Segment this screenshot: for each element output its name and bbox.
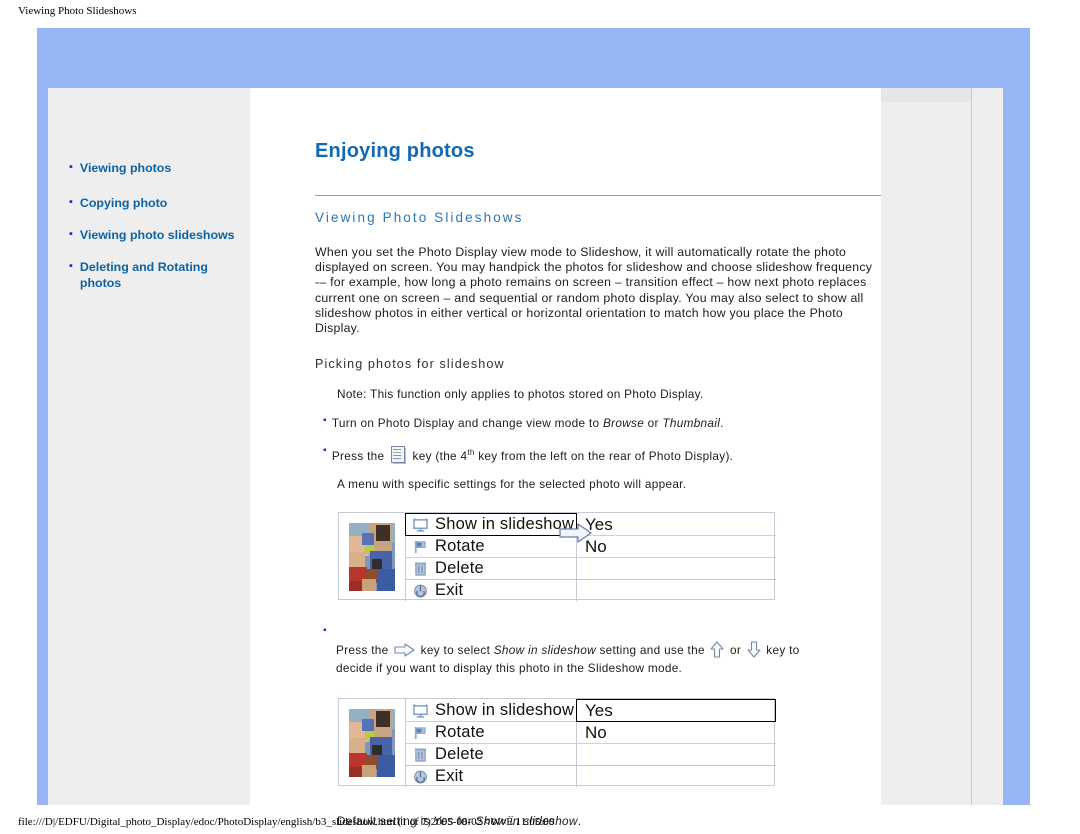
step-3-part-e: key to bbox=[762, 643, 800, 658]
main-content-column: Enjoying photos Viewing Photo Slideshows… bbox=[250, 88, 888, 828]
bullet-icon: ▪ bbox=[69, 260, 73, 272]
sidebar: ▪ Viewing photos ▪ Copying photo ▪ Viewi… bbox=[48, 88, 250, 805]
step-2: ▪ Press the key (the 4th key from the le… bbox=[315, 431, 893, 465]
menu-row[interactable]: Delete bbox=[413, 744, 484, 765]
bullet-icon: ▪ bbox=[69, 161, 73, 173]
menu-row[interactable]: Rotate bbox=[413, 722, 485, 743]
flag-icon bbox=[414, 726, 426, 739]
sidebar-item-copying-photo[interactable]: ▪ Copying photo bbox=[69, 195, 244, 211]
step-1-emphasis-thumbnail: Thumbnail bbox=[662, 416, 721, 431]
bullet-icon: ▪ bbox=[323, 415, 327, 427]
menu-item-label: Rotate bbox=[435, 537, 485, 556]
trash-icon bbox=[414, 748, 427, 762]
sidebar-item-viewing-photos[interactable]: ▪ Viewing photos bbox=[69, 160, 244, 176]
right-gutter bbox=[881, 88, 1003, 805]
bullet-icon: ▪ bbox=[323, 445, 327, 457]
header-blue-band bbox=[37, 28, 1030, 88]
menu-item-label: Delete bbox=[435, 745, 484, 764]
step-2-part-a: Press the bbox=[331, 449, 388, 464]
sidebar-item-label: Viewing photos bbox=[79, 161, 172, 175]
intro-paragraph: When you set the Photo Display view mode… bbox=[315, 245, 873, 336]
menu-row[interactable]: Exit bbox=[413, 580, 463, 601]
subsection-title: Picking photos for slideshow bbox=[315, 357, 505, 372]
sidebar-nav: ▪ Viewing photos ▪ Copying photo ▪ Viewi… bbox=[69, 160, 244, 310]
sidebar-item-viewing-photo-slideshows[interactable]: ▪ Viewing photo slideshows bbox=[69, 227, 244, 243]
menu-row[interactable]: Show in slideshow bbox=[413, 700, 574, 721]
device-menu-screenshot-2: Show in slideshow Yes Rotate No Delete E… bbox=[338, 698, 776, 788]
gutter-top-tint bbox=[881, 88, 971, 102]
sidebar-item-label: Viewing photo slideshows bbox=[79, 228, 235, 242]
step-2-part-b: key (the 4 bbox=[408, 449, 468, 464]
content-panel: ▪ Viewing photos ▪ Copying photo ▪ Viewi… bbox=[48, 88, 1003, 828]
print-footer: file:///D|/EDFU/Digital_photo_Display/ed… bbox=[18, 816, 555, 828]
menu-item-label: Rotate bbox=[435, 723, 485, 742]
menu-item-label: Exit bbox=[435, 767, 464, 786]
step-3-part-d: or bbox=[726, 643, 745, 658]
main-inner: Enjoying photos Viewing Photo Slideshows… bbox=[315, 88, 893, 828]
menu-item-label: Show in slideshow bbox=[435, 515, 575, 534]
menu-key-icon bbox=[390, 446, 406, 465]
gutter-divider bbox=[971, 88, 972, 805]
default-part-c: . bbox=[577, 814, 582, 829]
menu-row-value[interactable]: Yes bbox=[585, 700, 613, 721]
down-arrow-key-icon bbox=[747, 641, 761, 658]
menu-item-label: Exit bbox=[435, 581, 464, 600]
bullet-icon: ▪ bbox=[69, 228, 73, 240]
step-1-part-b: or bbox=[644, 416, 663, 431]
menu-row-value[interactable]: No bbox=[585, 722, 607, 743]
device-menu-screenshot-1: Show in slideshow Yes Rotate No Delete E… bbox=[338, 512, 776, 602]
note-text: Note: This function only applies to phot… bbox=[337, 387, 704, 402]
right-blue-rail bbox=[1003, 88, 1030, 805]
monitor-icon bbox=[413, 704, 428, 718]
step-2-text: Press the key (the 4th key from the left… bbox=[331, 445, 734, 465]
step-3-text: Press the key to select Show in slidesho… bbox=[323, 638, 893, 677]
bullet-icon: ▪ bbox=[323, 625, 327, 637]
step-3-emphasis-setting: Show in slideshow bbox=[493, 643, 596, 658]
menu-row[interactable]: Rotate bbox=[413, 536, 485, 557]
photo-thumbnail bbox=[346, 705, 398, 782]
photo-thumbnail bbox=[346, 519, 398, 596]
step-1-part-a: Turn on Photo Display and change view mo… bbox=[331, 416, 603, 431]
step-1-part-c: . bbox=[720, 416, 724, 431]
menu-item-label: Show in slideshow bbox=[435, 701, 575, 720]
menu-item-value: Yes bbox=[585, 700, 613, 720]
step-2-ordinal: th bbox=[467, 448, 475, 458]
sidebar-item-label: Copying photo bbox=[79, 196, 168, 210]
power-icon bbox=[414, 770, 427, 783]
step-3-part-a: Press the bbox=[336, 643, 393, 658]
page-frame: ▪ Viewing photos ▪ Copying photo ▪ Viewi… bbox=[37, 28, 1030, 828]
menu-item-label: Delete bbox=[435, 559, 484, 578]
step-3-part-f: decide if you want to display this photo… bbox=[336, 661, 683, 676]
menu-row[interactable]: Delete bbox=[413, 558, 484, 579]
right-arrow-icon bbox=[559, 523, 592, 543]
flag-icon bbox=[414, 540, 426, 553]
step-2-part-c: key from the left on the rear of Photo D… bbox=[474, 449, 734, 464]
step-1: ▪ Turn on Photo Display and change view … bbox=[315, 401, 893, 431]
up-arrow-key-icon bbox=[710, 641, 724, 658]
right-arrow-key-icon bbox=[394, 643, 415, 657]
menu-row[interactable]: Show in slideshow bbox=[413, 514, 574, 535]
sidebar-item-label: Deleting and Rotating photos bbox=[79, 260, 208, 290]
step-3: ▪ Press the key to select Show in slides… bbox=[315, 600, 893, 677]
power-icon bbox=[414, 584, 427, 597]
step-3-part-c: setting and use the bbox=[595, 643, 709, 658]
left-blue-rail bbox=[37, 88, 48, 805]
bullet-icon: ▪ bbox=[69, 196, 73, 208]
menu-row[interactable]: Exit bbox=[413, 766, 463, 787]
page-title: Enjoying photos bbox=[315, 140, 475, 162]
menu-item-value: No bbox=[585, 722, 607, 742]
section-title: Viewing Photo Slideshows bbox=[315, 210, 524, 225]
trash-icon bbox=[414, 562, 427, 576]
print-header: Viewing Photo Slideshows bbox=[18, 5, 137, 17]
sidebar-item-deleting-and-rotating-photos[interactable]: ▪ Deleting and Rotating photos bbox=[69, 259, 244, 291]
step-1-emphasis-browse: Browse bbox=[602, 416, 645, 431]
menu-appear-text: A menu with specific settings for the se… bbox=[337, 477, 687, 492]
monitor-icon bbox=[413, 518, 428, 532]
step-3-part-b: key to select bbox=[417, 643, 494, 658]
step-1-text: Turn on Photo Display and change view mo… bbox=[332, 415, 724, 431]
